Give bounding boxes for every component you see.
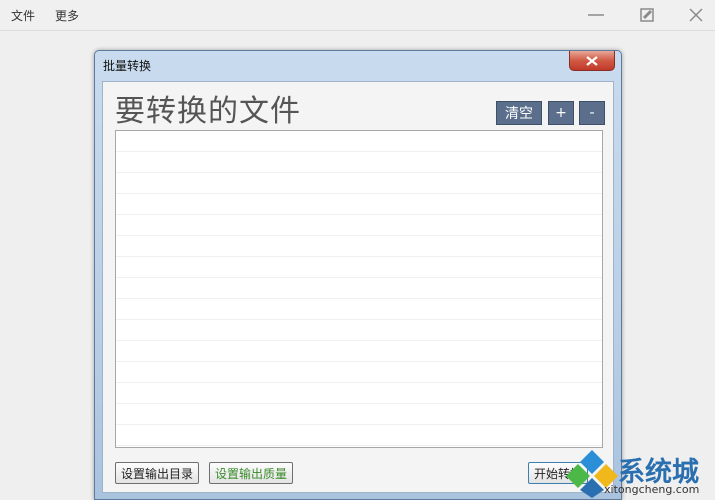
remove-file-button[interactable]: -: [579, 101, 605, 125]
minimize-icon: [588, 14, 604, 16]
menu-more[interactable]: 更多: [55, 7, 79, 24]
file-list[interactable]: [115, 130, 603, 448]
set-output-dir-label: 设置输出目录: [121, 466, 194, 481]
menu-bar: 文件 更多: [0, 0, 715, 31]
watermark: 系统城 xitongcheng.com: [566, 446, 715, 500]
files-heading: 要转换的文件: [115, 94, 301, 129]
set-output-dir-button[interactable]: 设置输出目录: [115, 462, 200, 484]
minimize-button[interactable]: [585, 5, 607, 25]
restore-button[interactable]: [636, 5, 658, 25]
close-icon: [689, 8, 703, 22]
add-file-button[interactable]: +: [548, 101, 574, 125]
close-icon: [586, 55, 598, 66]
dialog-body: 要转换的文件 清空 + - 设置输出目录 设置输出质量 开始转换: [102, 81, 614, 493]
set-output-quality-button[interactable]: 设置输出质量: [209, 462, 294, 484]
clear-button[interactable]: 清空: [496, 101, 542, 125]
close-window-button[interactable]: [685, 5, 707, 25]
dialog-title: 批量转换: [103, 59, 152, 73]
dialog-close-button[interactable]: [569, 51, 615, 71]
set-output-quality-label: 设置输出质量: [215, 466, 288, 481]
restore-icon: [640, 8, 654, 22]
watermark-url: xitongcheng.com: [604, 483, 700, 496]
remove-button-label: -: [589, 105, 595, 121]
clear-button-label: 清空: [505, 106, 533, 122]
menu-file[interactable]: 文件: [11, 7, 35, 24]
batch-convert-dialog: 批量转换 要转换的文件 清空 + - 设置输出目录 设置输出质量 开始转换: [94, 50, 622, 500]
add-button-label: +: [555, 105, 567, 121]
